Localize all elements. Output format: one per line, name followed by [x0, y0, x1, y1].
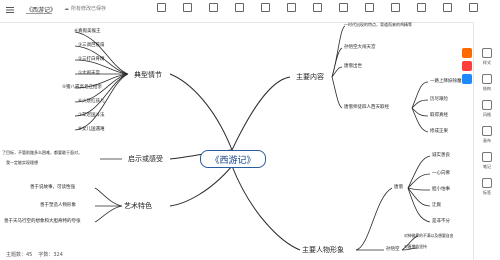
tool-undo[interactable] — [150, 3, 172, 19]
tool-insert-topic[interactable] — [202, 3, 224, 19]
summary-icon — [286, 3, 296, 12]
tang-trait[interactable]: 迂腐 — [432, 202, 441, 208]
sidepanel-label: 笔记 — [483, 164, 491, 169]
branch-inspiration[interactable]: 启示或感受 — [128, 154, 163, 164]
tool-format-painter[interactable] — [358, 3, 380, 19]
tool-redo[interactable] — [176, 3, 198, 19]
format-painter-icon — [364, 3, 374, 12]
sidepanel-label: 画布 — [483, 138, 491, 143]
content-item[interactable]: 取得真经 — [430, 112, 448, 118]
sidepanel-structure[interactable]: 结构 — [478, 74, 496, 92]
plot-item[interactable]: ④真假美猴王 — [74, 28, 101, 34]
word-count: 字数：324 — [38, 251, 63, 258]
art-item[interactable]: 善于说故事，可读性强 — [30, 184, 75, 190]
sidepanel-label: 风格 — [483, 112, 491, 117]
branch-art-features[interactable]: 艺术特色 — [124, 201, 152, 211]
plot-item[interactable]: ⑧女儿国遇难 — [78, 126, 105, 132]
save-status-text: 所有修改已保存 — [71, 6, 107, 12]
undo-icon — [156, 3, 166, 12]
cloud-check-icon: ☁ — [64, 5, 69, 12]
plot-item[interactable]: ②三打白骨精 — [78, 56, 105, 62]
canvas-icon — [482, 126, 492, 136]
relation-icon — [260, 3, 270, 12]
content-item[interactable]: 一时代出现的特点，背道而来的鸡精等 — [344, 22, 412, 28]
theme-icon — [482, 100, 492, 110]
sidepanel-label: 结构 — [483, 86, 491, 91]
topic-count: 主题数：45 — [6, 251, 33, 258]
badge-orange-icon[interactable] — [462, 48, 472, 58]
sidepanel-theme[interactable]: 风格 — [478, 100, 496, 118]
central-topic[interactable]: 《西游记》 — [200, 150, 266, 168]
subtopic-icon — [234, 3, 244, 12]
content-item[interactable]: 唐僧出世 — [344, 63, 362, 69]
menu-icon[interactable] — [6, 6, 14, 14]
redo-icon — [182, 3, 192, 12]
sidepanel-label: 样式 — [483, 60, 491, 65]
title-underline — [26, 13, 52, 14]
export-icon — [390, 3, 400, 12]
plot-item[interactable]: ①大闹天宫 — [78, 70, 100, 76]
style-icon — [482, 48, 492, 58]
sidepanel-label: 标签 — [483, 190, 491, 195]
notes-icon — [482, 152, 492, 162]
plot-item[interactable]: ⑤猪八戒高老庄招亲 — [62, 84, 102, 90]
connector-lines — [74, 25, 431, 251]
content-item[interactable]: 历尽艰险 — [430, 96, 448, 102]
plot-item[interactable]: ③三调芭蕉扇 — [78, 42, 105, 48]
play-icon — [442, 3, 452, 12]
image-icon — [338, 3, 348, 12]
tang-trait[interactable]: 一心向佛 — [432, 170, 450, 176]
status-bar: 主题数：45 字数：324 — [0, 248, 474, 260]
art-item[interactable]: 善于塑造人物形象 — [40, 202, 76, 208]
tool-boundary[interactable] — [306, 3, 328, 19]
tool-share[interactable] — [462, 3, 484, 19]
tool-image[interactable] — [332, 3, 354, 19]
tag-icon — [482, 178, 492, 188]
quick-badges — [462, 48, 472, 87]
branch-typical-plot[interactable]: 典型情节 — [134, 70, 162, 80]
save-status: ☁ 所有修改已保存 — [64, 5, 107, 13]
tang-trait[interactable]: 诚实善良 — [432, 152, 450, 158]
tool-export[interactable] — [384, 3, 406, 19]
inspiration-item[interactable]: 我一定能实现理想 — [6, 160, 38, 166]
plot-item[interactable]: ⑦车迟国斗法 — [78, 112, 105, 118]
badge-red-icon[interactable] — [462, 61, 472, 71]
mindmap-canvas[interactable]: 《西游记》 典型情节 ④真假美猴王 ③三调芭蕉扇 ②三打白骨精 ①大闹天宫 ⑤猪… — [0, 22, 474, 260]
content-item[interactable]: 孙悟空大闹天宫 — [344, 44, 376, 50]
inspiration-item[interactable]: 了目标，不管前路多么困难，都要敢于面对， — [2, 150, 82, 156]
search-icon — [416, 3, 426, 12]
content-item[interactable]: 唐僧师徒四人西天取经 — [344, 104, 389, 110]
content-item[interactable]: 一路上降妖除魔 — [430, 78, 462, 84]
central-topic-label: 《西游记》 — [210, 155, 256, 166]
tool-search[interactable] — [410, 3, 432, 19]
tool-relation[interactable] — [254, 3, 276, 19]
topic-icon — [208, 3, 218, 12]
badge-blue-icon[interactable] — [462, 74, 472, 84]
structure-icon — [482, 74, 492, 84]
sidepanel-canvas[interactable]: 画布 — [478, 126, 496, 144]
tang-trait[interactable]: 胆小怕事 — [432, 186, 450, 192]
content-item[interactable]: 修成正果 — [430, 128, 448, 134]
boundary-icon — [312, 3, 322, 12]
tang-trait[interactable]: 是非不分 — [432, 218, 450, 224]
share-icon — [468, 3, 478, 12]
sun-trait[interactable]: 对神佛界的不满以及想要自由 — [404, 233, 453, 239]
sidepanel-tags[interactable]: 标签 — [478, 178, 496, 196]
sidepanel-style[interactable]: 样式 — [478, 48, 496, 66]
top-toolbar: 《西游记》 ☁ 所有修改已保存 — [0, 0, 500, 23]
character-tang[interactable]: 唐僧 — [394, 184, 403, 190]
tool-play[interactable] — [436, 3, 458, 19]
plot-item[interactable]: ⑥火烧红孩儿 — [78, 98, 105, 104]
mindmap-app: 《西游记》 ☁ 所有修改已保存 《西游记》 典型情节 ④真假美猴王 ③三调芭蕉扇… — [0, 0, 500, 260]
tool-summary[interactable] — [280, 3, 302, 19]
art-item[interactable]: 善于天马行空的想象和大胆奇特的夸张 — [4, 218, 81, 224]
branch-main-content[interactable]: 主要内容 — [296, 72, 324, 82]
tool-insert-subtopic[interactable] — [228, 3, 250, 19]
right-sidepanel: 样式 结构 风格 画布 笔记 标签 — [473, 22, 500, 260]
sidepanel-notes[interactable]: 笔记 — [478, 152, 496, 170]
